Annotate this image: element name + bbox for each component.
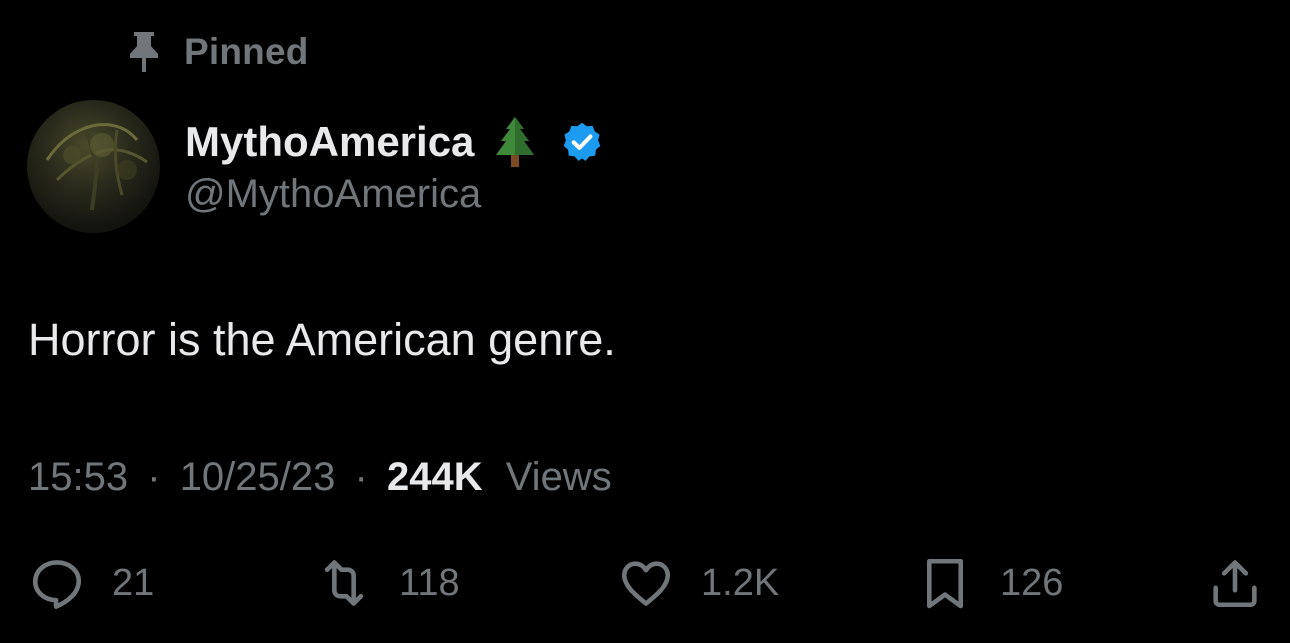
pinned-indicator: Pinned [126, 30, 309, 74]
author-name-row[interactable]: MythoAmerica [185, 112, 604, 172]
evergreen-tree-icon [490, 115, 540, 169]
views-count[interactable]: 244K [387, 455, 483, 499]
bookmark-count: 126 [1000, 561, 1064, 604]
reply-icon [32, 560, 82, 609]
share-icon [1213, 560, 1257, 608]
meta-separator: · [354, 455, 368, 499]
reply-count: 21 [112, 561, 155, 604]
pin-icon [126, 30, 162, 74]
pinned-label: Pinned [184, 31, 309, 72]
tweet-text: Horror is the American genre. [28, 314, 616, 365]
action-bar: 21 118 1.2K 126 [0, 548, 1290, 618]
author-display-name[interactable]: MythoAmerica [185, 118, 474, 166]
reply-button[interactable]: 21 [28, 548, 154, 618]
meta-separator: · [147, 455, 161, 499]
like-button[interactable]: 1.2K [617, 548, 779, 618]
tweet-time[interactable]: 15:53 [28, 455, 128, 499]
author-handle[interactable]: @MythoAmerica [185, 172, 481, 217]
bookmark-button[interactable]: 126 [916, 548, 1063, 618]
retweet-count: 118 [399, 561, 460, 604]
bookmark-icon [926, 558, 964, 609]
tweet[interactable]: Pinned MythoAmerica @MythoAmerica Horror… [0, 0, 1290, 643]
views-label[interactable]: Views [506, 455, 612, 499]
avatar[interactable] [27, 100, 160, 233]
share-button[interactable] [1206, 548, 1264, 618]
retweet-icon [324, 560, 364, 606]
verified-badge-icon[interactable] [560, 120, 604, 164]
retweet-button[interactable]: 118 [315, 548, 460, 618]
tweet-date[interactable]: 10/25/23 [180, 455, 336, 499]
tweet-meta: 15:53 · 10/25/23 · 244K Views [28, 455, 612, 500]
like-count: 1.2K [701, 561, 780, 604]
heart-icon [621, 561, 671, 606]
